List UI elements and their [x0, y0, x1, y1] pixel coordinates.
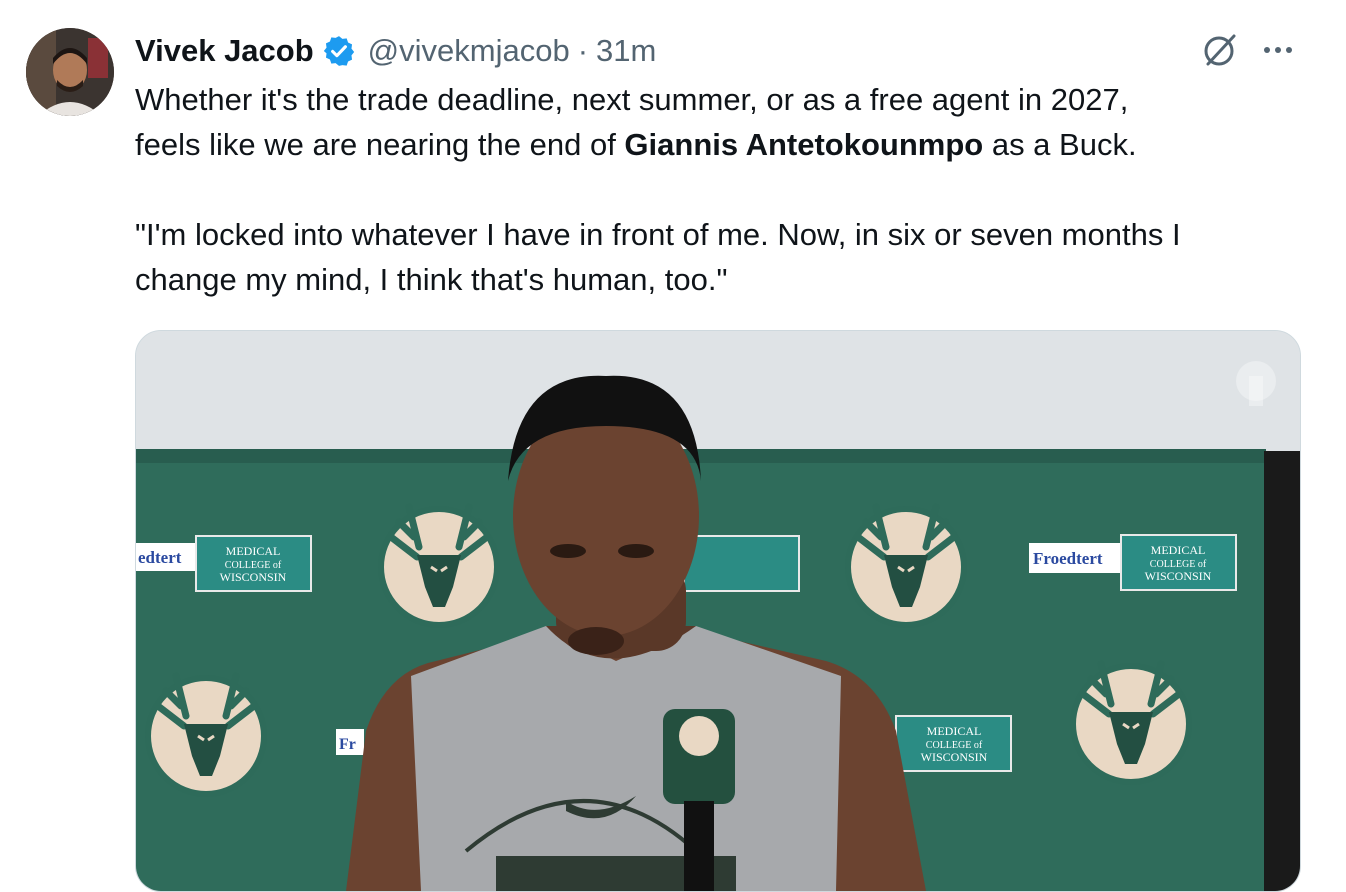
mention-giannis[interactable]: Giannis Antetokounmpo	[624, 127, 983, 162]
video-frame: edtert MEDICAL COLLEGE of WISCONSIN Froe…	[136, 331, 1300, 891]
post-time[interactable]: 31m	[596, 33, 656, 69]
quote-line-2: change my mind, I think that's human, to…	[135, 262, 728, 297]
author-handle[interactable]: @vivekmjacob	[368, 33, 570, 69]
more-dot	[1264, 47, 1270, 53]
verified-badge-icon[interactable]	[322, 34, 356, 68]
medical-text: MEDICAL	[226, 544, 281, 558]
more-dot	[1275, 47, 1281, 53]
author-avatar[interactable]	[26, 28, 114, 116]
avatar-image	[26, 28, 114, 116]
author-name[interactable]: Vivek Jacob	[135, 33, 314, 69]
more-options-icon[interactable]	[1258, 30, 1298, 70]
tweet-text-line-2: feels like we are nearing the end of Gia…	[135, 122, 1137, 167]
wisconsin-text-lower: WISCONSIN	[921, 750, 988, 764]
wisconsin-text-right: WISCONSIN	[1145, 569, 1212, 583]
sponsor-text-right: Froedtert	[1033, 549, 1103, 568]
quote-line-1: "I'm locked into whatever I have in fron…	[135, 217, 1181, 252]
tweet-text-line-1: Whether it's the trade deadline, next su…	[135, 82, 1129, 117]
medical-text-right: MEDICAL	[1151, 543, 1206, 557]
meta-separator: ·	[577, 33, 589, 68]
sponsor-text-left: edtert	[138, 548, 182, 567]
grok-icon[interactable]	[1200, 30, 1240, 70]
sponsor-text-partial: Fr	[339, 736, 356, 753]
tweet-header: Vivek Jacob @vivekmjacob · 31m	[135, 30, 656, 72]
more-dot	[1286, 47, 1292, 53]
wisconsin-text: WISCONSIN	[220, 570, 287, 584]
text-segment: feels like we are nearing the end of	[135, 127, 625, 162]
tweet-media-video[interactable]: edtert MEDICAL COLLEGE of WISCONSIN Froe…	[135, 330, 1301, 892]
text-segment: as a Buck.	[983, 127, 1137, 162]
medical-text-lower: MEDICAL	[927, 724, 982, 738]
